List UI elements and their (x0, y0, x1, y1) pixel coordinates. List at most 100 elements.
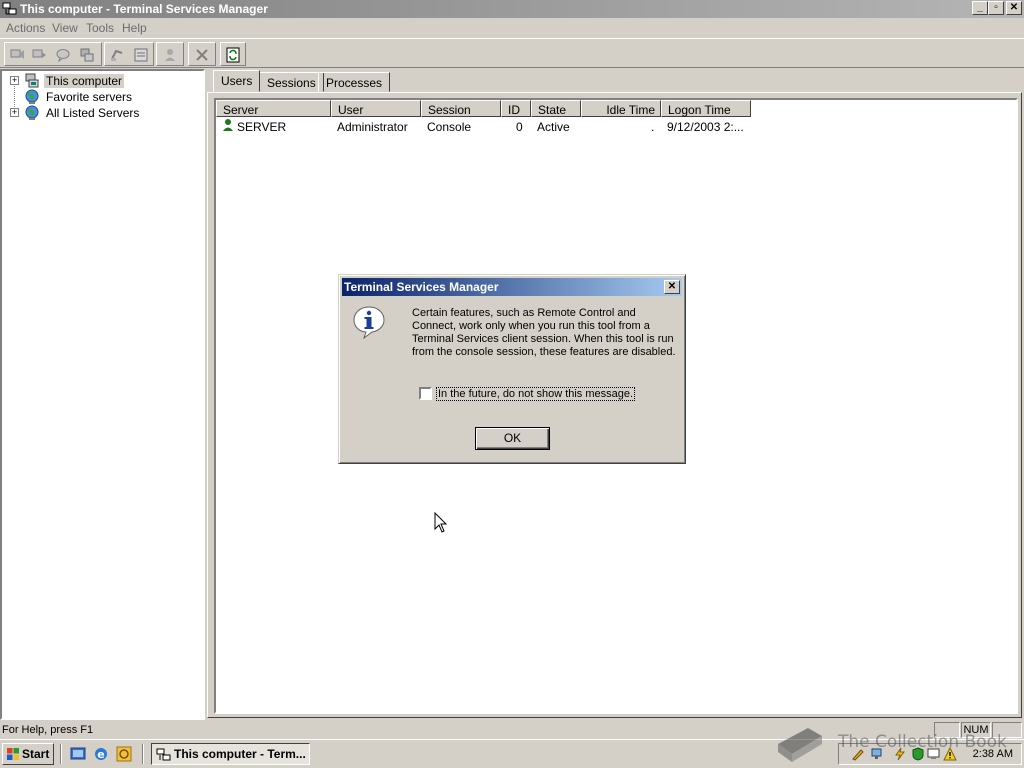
mouse-cursor-icon (434, 512, 448, 533)
tree-item-this-computer[interactable]: + This computer (2, 73, 202, 89)
tree-label: This computer (44, 74, 125, 88)
terminal-services-icon (2, 2, 17, 15)
send-message-button[interactable] (53, 45, 73, 65)
status-icon (134, 48, 148, 62)
tree-expander[interactable]: + (10, 108, 19, 117)
dialog-close-button[interactable]: ✕ (664, 280, 680, 294)
status-text: For Help, press F1 (2, 724, 94, 736)
tree-expander[interactable]: + (10, 76, 19, 85)
status-button[interactable] (131, 45, 151, 65)
menu-actions[interactable]: Actions (6, 21, 45, 35)
dialog-message: Certain features, such as Remote Control… (412, 307, 676, 358)
column-header-logon-time[interactable]: Logon Time (661, 100, 751, 117)
end-process-icon (196, 49, 208, 61)
ok-button[interactable]: OK (475, 427, 550, 450)
dont-show-again-checkbox[interactable] (419, 387, 432, 400)
column-header-server[interactable]: Server (216, 100, 331, 117)
toolbar-group-session (4, 42, 102, 66)
start-button[interactable]: Start (2, 743, 54, 765)
reset-button[interactable] (107, 45, 127, 65)
restore-button[interactable]: ▫ (988, 1, 1004, 15)
show-desktop-icon[interactable] (70, 746, 86, 762)
taskbar-clock[interactable]: 2:38 AM (973, 748, 1013, 760)
window-title: This computer - Terminal Services Manage… (20, 2, 268, 16)
status-panel-scroll (992, 722, 1022, 738)
send-message-icon (56, 49, 70, 63)
menu-view[interactable]: View (52, 21, 78, 35)
toolbar-group-end-process (188, 42, 216, 66)
cell-id: 0 (516, 120, 523, 134)
refresh-icon (226, 47, 240, 63)
server-tree[interactable]: + This computer Favorite servers + All L… (0, 69, 205, 720)
globe-icon (25, 89, 39, 104)
end-process-button[interactable] (192, 45, 212, 65)
network-icon[interactable] (871, 747, 885, 761)
menu-help[interactable]: Help (122, 21, 147, 35)
cell-session: Console (427, 120, 472, 134)
info-dialog: Terminal Services Manager ✕ Certain feat… (338, 274, 686, 464)
tab-users[interactable]: Users (213, 70, 261, 92)
system-tray: 2:38 AM (838, 743, 1022, 765)
tab-sessions[interactable]: Sessions (259, 72, 324, 92)
close-button[interactable]: ✕ (1006, 1, 1022, 15)
logoff-button[interactable] (160, 45, 180, 65)
tree-label: Favorite servers (46, 90, 133, 104)
tree-label: All Listed Servers (46, 106, 140, 120)
window-title-bar[interactable]: This computer - Terminal Services Manage… (0, 0, 1024, 18)
status-num-lock: NUM (961, 722, 991, 738)
user-icon (223, 119, 233, 131)
menu-tools[interactable]: Tools (86, 21, 114, 35)
windows-logo-icon (7, 748, 19, 760)
column-header-user[interactable]: User (331, 100, 421, 117)
dialog-title-bar[interactable]: Terminal Services Manager ✕ (342, 278, 682, 296)
taskbar-divider (60, 744, 62, 764)
column-header-state[interactable]: State (531, 100, 581, 117)
cell-idle-time: . (651, 120, 655, 134)
toolbar-group-refresh (220, 42, 246, 66)
connect-icon (32, 49, 46, 58)
start-label: Start (22, 747, 50, 761)
tree-item-all-listed-servers[interactable]: + All Listed Servers (2, 105, 202, 121)
toolbar-group-reset (104, 42, 154, 66)
cell-server: SERVER (237, 120, 287, 134)
toolbar (0, 38, 1024, 68)
reset-icon (111, 49, 123, 61)
globe-icon (25, 105, 39, 120)
pen-icon[interactable] (851, 747, 865, 761)
menu-bar: Actions View Tools Help (0, 18, 1024, 38)
display-icon[interactable] (927, 747, 941, 761)
information-icon (353, 306, 385, 339)
cell-logon-time: 9/12/2003 2:... (667, 120, 744, 134)
dialog-title: Terminal Services Manager (344, 280, 499, 294)
dont-show-again-label[interactable]: In the future, do not show this message. (436, 387, 636, 401)
connect-button[interactable] (29, 45, 49, 65)
column-header-id[interactable]: ID (501, 100, 531, 117)
internet-explorer-icon[interactable]: e (93, 746, 109, 762)
status-bar: For Help, press F1 NUM (0, 720, 1024, 739)
taskbar-window-button[interactable]: This computer - Term... (151, 743, 310, 765)
disconnect-icon (80, 48, 94, 62)
logoff-icon (165, 49, 175, 61)
tree-item-favorite-servers[interactable]: Favorite servers (2, 89, 202, 105)
taskbar-window-label: This computer - Term... (174, 747, 306, 761)
status-panel-empty (934, 722, 960, 738)
remote-control-button[interactable] (7, 45, 27, 65)
disconnect-button[interactable] (77, 45, 97, 65)
taskbar: Start e This computer - Term... 2:38 AM (0, 739, 1024, 768)
column-header-idle-time[interactable]: Idle Time (581, 100, 661, 117)
shield-icon[interactable] (911, 747, 925, 761)
svg-text:e: e (97, 748, 104, 761)
column-header-session[interactable]: Session (421, 100, 501, 117)
windows-media-icon[interactable] (116, 746, 132, 762)
minimize-button[interactable]: _ (972, 1, 988, 15)
remote-control-icon (10, 49, 24, 59)
lightning-icon[interactable] (893, 747, 907, 761)
tab-processes[interactable]: Processes (318, 72, 391, 92)
taskbar-divider (142, 744, 144, 764)
refresh-button[interactable] (223, 45, 243, 65)
toolbar-group-logoff (156, 42, 184, 66)
computer-icon (25, 73, 39, 88)
cell-state: Active (537, 120, 570, 134)
terminal-services-icon (156, 748, 171, 761)
warning-icon[interactable] (943, 747, 957, 761)
